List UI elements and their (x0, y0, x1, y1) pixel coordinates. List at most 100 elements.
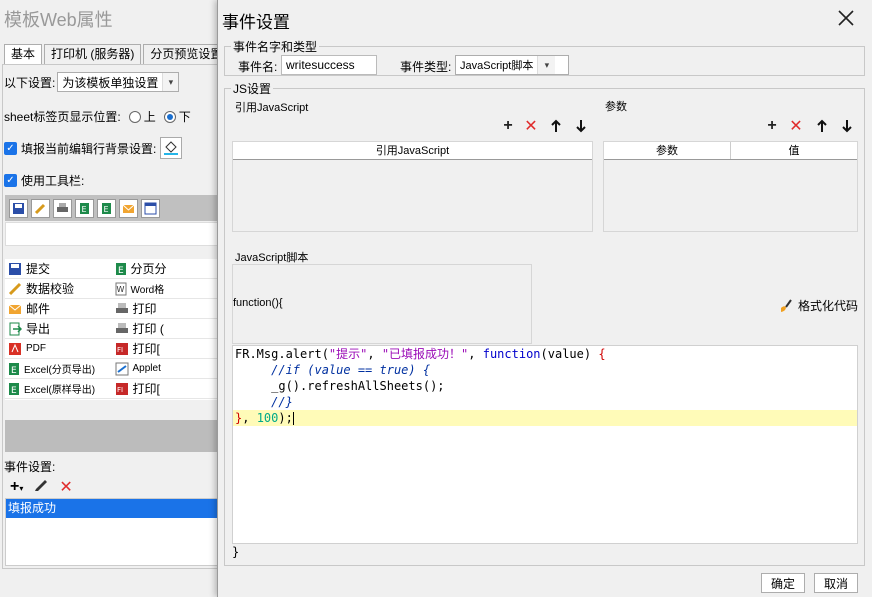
param-column-header[interactable]: 参数 (604, 142, 731, 159)
code-string: "已填报成功！" (381, 347, 469, 361)
printer-icon (115, 322, 128, 333)
arrow-up-icon (551, 119, 561, 132)
code-keyword: function (482, 347, 541, 361)
format-code-button[interactable]: 格式化代码 (778, 297, 858, 314)
chevron-down-icon: ▾ (537, 56, 556, 74)
toolbar-item-print-3[interactable]: FI 打印[ (112, 379, 219, 398)
use-toolbar-checkbox[interactable]: ✓ (4, 174, 17, 187)
paint-bucket-icon (164, 141, 179, 155)
cancel-button[interactable]: 取消 (814, 573, 858, 593)
pdf-icon (9, 342, 21, 355)
ref-js-table-header: 引用JavaScript (233, 142, 592, 160)
code-token: , (367, 347, 382, 361)
toolbar-item-label: 邮件 (26, 302, 51, 316)
pencil-icon (8, 282, 22, 295)
toolbar-item-print[interactable]: 打印 (112, 299, 219, 318)
chevron-down-icon: ▾ (162, 73, 179, 91)
pencil-icon[interactable] (31, 198, 50, 218)
toolbar-item-print-2[interactable]: 打印 ( (112, 319, 219, 338)
delete-ref-js-button[interactable]: ✕ (522, 117, 540, 135)
toolbar-item-excel-page[interactable]: E Excel(分页导出) (5, 359, 112, 378)
event-type-select[interactable]: JavaScript脚本 ▾ (455, 55, 569, 75)
add-ref-js-button[interactable]: + (499, 117, 517, 135)
toolbar-item-print-fl[interactable]: FI 打印[ (112, 339, 219, 358)
move-up-param-button[interactable] (813, 117, 831, 135)
tab-basic[interactable]: 基本 (4, 44, 43, 65)
event-list-item[interactable]: 填报成功 (6, 499, 217, 518)
window-icon[interactable] (141, 198, 160, 218)
export-icon (9, 322, 22, 335)
toolbar-item-label: 导出 (26, 322, 51, 336)
toolbar-item-label: 打印[ (132, 342, 160, 356)
word-icon: W (115, 282, 126, 295)
toolbar-item-validate[interactable]: 数据校验 (5, 279, 112, 298)
fill-bg-label: 填报当前编辑行背景设置: (21, 141, 157, 156)
toolbar-item-label: 打印[ (132, 382, 160, 396)
move-down-ref-js-button[interactable] (572, 117, 590, 135)
radio-bottom-label: 下 (178, 110, 191, 124)
fill-bg-checkbox[interactable]: ✓ (4, 141, 17, 155)
svg-text:E: E (11, 386, 17, 396)
code-line-current: }, 100); (233, 410, 857, 426)
ref-js-table: 引用JavaScript (232, 141, 593, 232)
code-token: , (468, 347, 483, 361)
toolbar-item-applet[interactable]: Applet (112, 359, 219, 378)
mail-icon[interactable] (119, 198, 138, 218)
tab-printer-server[interactable]: 打印机 (服务器) (44, 44, 142, 65)
move-down-param-button[interactable] (838, 117, 856, 135)
paint-bucket-button[interactable] (160, 137, 183, 159)
add-event-button[interactable]: +▾ (10, 478, 23, 496)
edit-icon[interactable] (33, 476, 49, 497)
save-icon[interactable] (9, 198, 28, 218)
toolbar-item-word[interactable]: W Word格 (112, 279, 219, 298)
use-toolbar-label: 使用工具栏: (21, 174, 85, 188)
ref-js-column-header[interactable]: 引用JavaScript (233, 142, 592, 159)
fill-bg-row: ✓ 填报当前编辑行背景设置: (4, 137, 183, 159)
setting-select[interactable]: 为该模板单独设置 ▾ (57, 72, 180, 92)
ok-button[interactable]: 确定 (761, 573, 805, 593)
sheet-tab-position-label: sheet标签页显示位置: (4, 110, 121, 124)
code-line: //} (233, 394, 857, 410)
toolbar-item-submit[interactable]: 提交 (5, 259, 112, 278)
code-editor[interactable]: FR.Msg.alert("提示", "已填报成功！", function(va… (232, 345, 858, 544)
sheet-tab-position-row: sheet标签页显示位置: 上 下 (4, 108, 191, 125)
delete-param-button[interactable]: ✕ (787, 117, 805, 135)
event-name-field[interactable]: writesuccess (281, 55, 377, 75)
printer-icon[interactable] (53, 198, 72, 218)
move-up-ref-js-button[interactable] (547, 117, 565, 135)
add-param-button[interactable]: + (763, 117, 781, 135)
svg-text:E: E (11, 366, 17, 376)
event-settings-dialog: 事件设置 事件名字和类型 事件名: writesuccess 事件类型: Jav… (217, 0, 872, 597)
svg-text:FI: FI (117, 346, 123, 354)
script-label: JavaScript脚本 (235, 252, 309, 264)
event-list: 填报成功 (5, 498, 218, 566)
code-number: 100 (256, 411, 279, 425)
toolbar-item-mail[interactable]: 邮件 (5, 299, 112, 318)
excel-icon[interactable]: E (75, 198, 94, 218)
toolbar-item-label: 提交 (26, 262, 51, 276)
toolbar-item-excel-original[interactable]: E Excel(原样导出) (5, 379, 112, 398)
code-comment: //if (value == true) { (271, 363, 431, 377)
toolbar-button-row: 数据校验 W Word格 (5, 279, 218, 299)
value-column-header[interactable]: 值 (731, 142, 857, 159)
toolbar-item-label: 打印 (132, 302, 157, 316)
excel-icon[interactable]: E (97, 198, 116, 218)
excel-icon: E (9, 362, 19, 376)
radio-bottom[interactable] (163, 110, 176, 123)
format-code-label: 格式化代码 (798, 299, 859, 313)
printer-icon (115, 302, 128, 313)
toolbar-item-pdf[interactable]: PDF (5, 339, 112, 358)
code-token: (value) (540, 347, 599, 361)
toolbar-button-row: E Excel(分页导出) Applet (5, 359, 218, 379)
toolbar-button-row: PDF FI 打印[ (5, 339, 218, 359)
setting-row: 以下设置: 为该模板单独设置 ▾ (4, 72, 180, 92)
toolbar-item-page-split[interactable]: E 分页分 (112, 259, 219, 278)
close-icon[interactable] (836, 8, 856, 28)
radio-top[interactable] (128, 110, 141, 123)
toolbar-button-row: 邮件 打印 (5, 299, 218, 319)
setting-label: 以下设置: (4, 75, 56, 90)
code-token: , (242, 411, 257, 425)
toolbar-item-export[interactable]: 导出 (5, 319, 112, 338)
delete-icon[interactable]: ✕ (59, 477, 72, 497)
flash-print-icon: FI (115, 382, 128, 395)
